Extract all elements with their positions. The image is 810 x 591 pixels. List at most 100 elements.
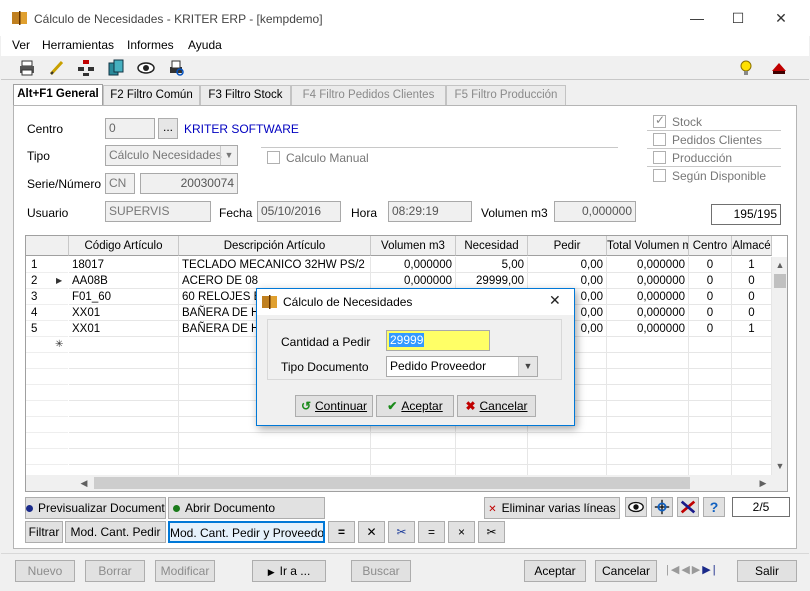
grid-cell[interactable] bbox=[607, 337, 689, 353]
dialog-close-button[interactable]: ✕ bbox=[549, 292, 561, 309]
grid-cell[interactable] bbox=[689, 353, 732, 369]
eliminar-lineas-button[interactable]: ✕ Eliminar varias líneas bbox=[484, 497, 620, 519]
grid-cell[interactable]: 0,000000 bbox=[607, 305, 689, 321]
serie-field[interactable]: CN bbox=[105, 173, 135, 194]
menu-ayuda[interactable]: Ayuda bbox=[188, 38, 222, 52]
grid-cell[interactable] bbox=[689, 385, 732, 401]
col-header-total-volumen[interactable]: Total Volumen m3 bbox=[607, 236, 689, 256]
menu-herramientas[interactable]: Herramientas bbox=[42, 38, 114, 52]
help-hat-icon[interactable] bbox=[770, 59, 788, 77]
grid-cell[interactable]: 1 bbox=[732, 257, 772, 273]
grid-cell[interactable]: 0,000000 bbox=[607, 321, 689, 337]
grid-cell[interactable]: F01_60 bbox=[69, 289, 179, 305]
grid-cell[interactable] bbox=[607, 385, 689, 401]
grid-cell[interactable]: 0 bbox=[689, 305, 732, 321]
grid-cell[interactable] bbox=[607, 369, 689, 385]
col-header-centro[interactable]: Centro bbox=[689, 236, 732, 256]
grid-cell[interactable] bbox=[528, 433, 607, 449]
grid-cell[interactable] bbox=[689, 417, 732, 433]
dialog-cancelar-button[interactable]: ✖ Cancelar bbox=[457, 395, 536, 417]
grid-cell[interactable] bbox=[732, 385, 772, 401]
row-header[interactable] bbox=[26, 433, 68, 449]
grid-cell[interactable] bbox=[732, 369, 772, 385]
mod-cant-pedir-proveedor-button[interactable]: Mod. Cant. Pedir y Proveedor bbox=[168, 521, 325, 543]
grid-cell[interactable] bbox=[689, 433, 732, 449]
grid-cell[interactable] bbox=[732, 337, 772, 353]
tab-general[interactable]: Alt+F1 General bbox=[13, 84, 103, 106]
row-header[interactable] bbox=[26, 401, 68, 417]
grid-cell[interactable]: 0 bbox=[689, 289, 732, 305]
row-header[interactable] bbox=[26, 353, 68, 369]
grid-vertical-scrollbar[interactable] bbox=[772, 257, 787, 491]
fecha-field[interactable]: 05/10/2016 bbox=[257, 201, 341, 222]
grid-cell[interactable]: 29999,00 bbox=[456, 273, 528, 289]
abrir-documento-button[interactable]: Abrir Documento bbox=[168, 497, 325, 519]
centro-field[interactable]: 0 bbox=[105, 118, 155, 139]
grid-cell[interactable] bbox=[689, 369, 732, 385]
hora-field[interactable]: 08:29:19 bbox=[388, 201, 472, 222]
grid-tool-icon[interactable] bbox=[651, 497, 673, 517]
grid-cell[interactable]: 1 bbox=[732, 321, 772, 337]
continuar-button[interactable]: ↺ Continuar bbox=[295, 395, 373, 417]
grid-cell[interactable] bbox=[528, 449, 607, 465]
close-window-button[interactable]: ✕ bbox=[770, 8, 792, 28]
col-header-necesidad[interactable]: Necesidad bbox=[456, 236, 528, 256]
row-header[interactable] bbox=[26, 385, 68, 401]
row-header[interactable]: 4 bbox=[26, 305, 68, 321]
grid-cell[interactable] bbox=[732, 433, 772, 449]
centro-browse-button[interactable]: ... bbox=[158, 118, 178, 139]
volumen-field[interactable]: 0,000000 bbox=[554, 201, 636, 222]
grid-cell[interactable]: 0 bbox=[689, 257, 732, 273]
tab-filtro-comun[interactable]: F2 Filtro Común bbox=[103, 85, 200, 105]
grid-cell[interactable]: 0,00 bbox=[528, 257, 607, 273]
row-header[interactable]: 5 bbox=[26, 321, 68, 337]
dialog-aceptar-button[interactable]: ✔ Aceptar bbox=[376, 395, 454, 417]
pencil-icon[interactable] bbox=[48, 59, 66, 77]
grid-cell[interactable]: 0 bbox=[732, 289, 772, 305]
grid-cell[interactable] bbox=[456, 433, 528, 449]
segun-disponible-checkbox[interactable] bbox=[653, 169, 666, 182]
scroll-left-arrow-icon[interactable]: ◀ bbox=[76, 475, 92, 491]
grid-cell[interactable] bbox=[179, 449, 371, 465]
documents-icon[interactable] bbox=[107, 59, 125, 77]
lightbulb-icon[interactable] bbox=[737, 59, 755, 77]
col-header-codigo[interactable]: Código Artículo bbox=[69, 236, 179, 256]
grid-cell[interactable]: AA08B bbox=[69, 273, 179, 289]
row-header[interactable]: ✳ bbox=[26, 337, 68, 353]
eye-icon[interactable] bbox=[137, 59, 155, 77]
next-record-icon[interactable]: ▶ bbox=[692, 564, 702, 576]
cross-button[interactable]: ✕ bbox=[358, 521, 385, 543]
prev-record-icon[interactable]: ◀ bbox=[681, 564, 691, 576]
modificar-button[interactable]: Modificar bbox=[155, 560, 215, 582]
multiply-button[interactable]: × bbox=[448, 521, 475, 543]
record-navigator[interactable]: |◀◀▶▶| bbox=[666, 563, 726, 579]
grid-cell[interactable] bbox=[69, 433, 179, 449]
grid-cell[interactable]: XX01 bbox=[69, 305, 179, 321]
ir-a-button[interactable]: ▶ Ir a ... bbox=[252, 560, 326, 582]
equals-button[interactable]: = bbox=[418, 521, 445, 543]
grid-cell[interactable] bbox=[69, 369, 179, 385]
usuario-field[interactable]: SUPERVIS bbox=[105, 201, 211, 222]
mod-cant-pedir-button[interactable]: Mod. Cant. Pedir bbox=[65, 521, 166, 543]
tipo-documento-select[interactable]: Pedido Proveedor bbox=[386, 356, 538, 377]
row-header[interactable]: 2 ▶ bbox=[26, 273, 68, 289]
grid-cell[interactable] bbox=[69, 385, 179, 401]
grid-cell[interactable] bbox=[69, 401, 179, 417]
grid-cell[interactable] bbox=[732, 401, 772, 417]
maximize-button[interactable]: ☐ bbox=[727, 8, 749, 28]
scroll-up-arrow-icon[interactable]: ▲ bbox=[772, 257, 787, 273]
grid-cell[interactable] bbox=[371, 449, 456, 465]
grid-cell[interactable]: 0,00 bbox=[528, 273, 607, 289]
col-header-pedir[interactable]: Pedir bbox=[528, 236, 607, 256]
grid-cell[interactable]: 0 bbox=[732, 273, 772, 289]
row-header[interactable]: 3 bbox=[26, 289, 68, 305]
grid-cell[interactable] bbox=[732, 353, 772, 369]
grid-cell[interactable] bbox=[607, 353, 689, 369]
grid-cell[interactable] bbox=[69, 417, 179, 433]
menu-ver[interactable]: Ver bbox=[12, 38, 30, 52]
grid-cell[interactable]: 0,000000 bbox=[607, 257, 689, 273]
grid-cell[interactable] bbox=[689, 337, 732, 353]
previsualizar-button[interactable]: Previsualizar Documento bbox=[25, 497, 166, 519]
grid-cell[interactable] bbox=[69, 449, 179, 465]
grid-cell[interactable] bbox=[607, 401, 689, 417]
